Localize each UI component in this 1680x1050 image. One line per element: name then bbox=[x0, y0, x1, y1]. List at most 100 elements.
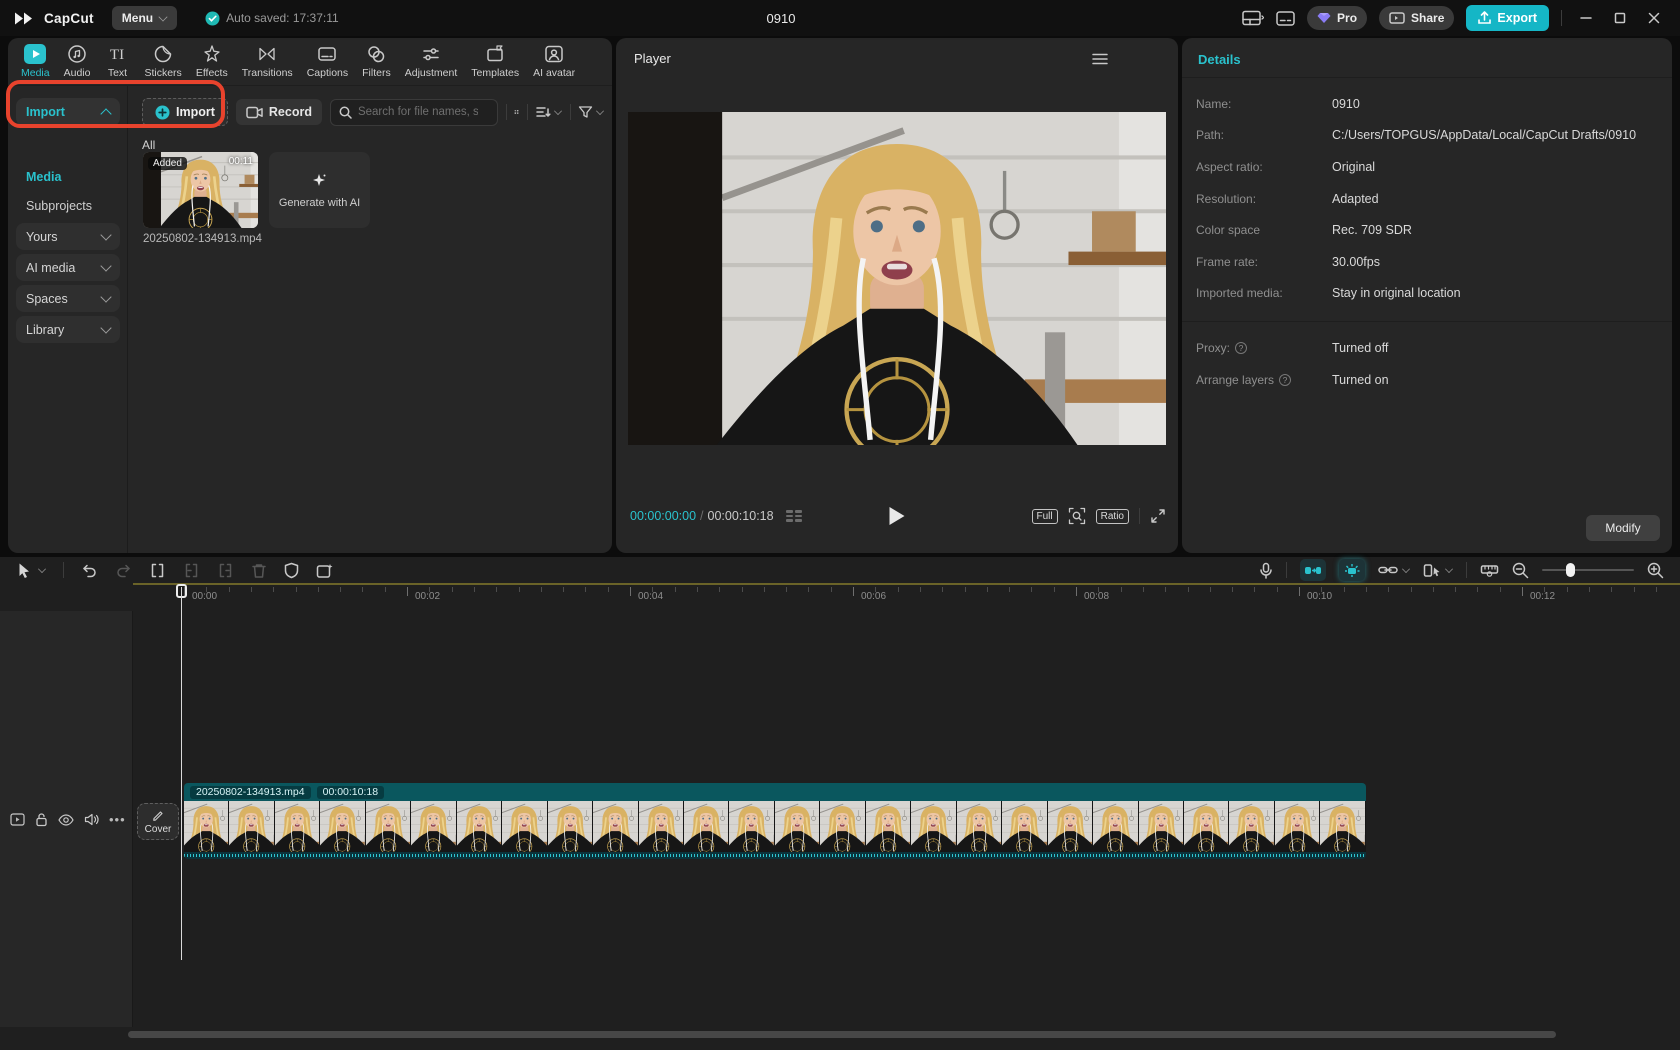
search-box[interactable] bbox=[330, 99, 498, 126]
clip-filename: 20250802-134913.mp4 bbox=[143, 233, 263, 245]
frame-view-icon[interactable] bbox=[786, 510, 802, 522]
tab-ai-avatar[interactable]: AI avatar bbox=[526, 44, 582, 79]
sidebar-item-subprojects[interactable]: Subprojects bbox=[26, 199, 92, 213]
details-row-frame-rate: Frame rate:30.00fps bbox=[1182, 246, 1672, 278]
filmstrip-frame bbox=[457, 801, 502, 852]
filmstrip-frame bbox=[1093, 801, 1138, 852]
divider bbox=[1139, 508, 1140, 524]
divider bbox=[63, 562, 64, 578]
tab-effects[interactable]: Effects bbox=[189, 44, 235, 79]
record-voiceover-icon[interactable] bbox=[1259, 562, 1273, 579]
ratio-button[interactable]: Ratio bbox=[1096, 509, 1129, 524]
chevron-down-icon bbox=[1402, 565, 1410, 573]
split-delete-left-icon[interactable] bbox=[183, 562, 200, 579]
menu-button[interactable]: Menu bbox=[112, 6, 177, 30]
help-icon[interactable]: ? bbox=[1279, 374, 1291, 386]
export-button[interactable]: Export bbox=[1466, 5, 1549, 31]
mute-track-icon[interactable] bbox=[84, 813, 99, 826]
help-icon[interactable]: ? bbox=[1235, 342, 1247, 354]
ai-avatar-icon bbox=[544, 44, 564, 64]
tab-adjustment[interactable]: Adjustment bbox=[398, 44, 465, 79]
filmstrip-frame bbox=[866, 801, 911, 852]
delete-icon[interactable] bbox=[251, 562, 267, 579]
tab-audio[interactable]: Audio bbox=[57, 44, 98, 79]
pro-button[interactable]: Pro bbox=[1307, 6, 1367, 30]
undo-button[interactable] bbox=[81, 562, 98, 579]
track-more-button[interactable]: ••• bbox=[109, 815, 126, 825]
filmstrip-frame bbox=[1184, 801, 1229, 852]
export-clip-icon[interactable] bbox=[316, 562, 334, 579]
layout-toggle-icon[interactable] bbox=[1242, 10, 1264, 27]
timeline-video-clip[interactable]: 20250802-134913.mp4 00:00:10:18 bbox=[184, 783, 1366, 859]
filmstrip-frame bbox=[684, 801, 729, 852]
filmstrip-frame bbox=[1002, 801, 1047, 852]
sort-button[interactable] bbox=[536, 105, 562, 119]
tab-captions[interactable]: Captions bbox=[300, 44, 355, 79]
tab-transitions[interactable]: Transitions bbox=[235, 44, 300, 79]
media-clip-thumbnail[interactable]: Added 00:11 bbox=[143, 152, 258, 228]
filter-button[interactable] bbox=[578, 105, 604, 119]
share-button[interactable]: Share bbox=[1379, 6, 1454, 30]
video-scene bbox=[411, 801, 455, 852]
search-input[interactable] bbox=[358, 106, 478, 118]
tab-stickers[interactable]: Stickers bbox=[137, 44, 188, 79]
notes-panel-icon[interactable] bbox=[1276, 11, 1295, 26]
close-button[interactable] bbox=[1648, 12, 1660, 24]
import-button[interactable]: Import bbox=[142, 98, 228, 126]
filmstrip-frame bbox=[1139, 801, 1184, 852]
timeline-horizontal-scrollbar[interactable] bbox=[128, 1031, 1556, 1038]
full-button[interactable]: Full bbox=[1032, 509, 1058, 524]
sidebar-item-library[interactable]: Library bbox=[16, 316, 120, 343]
cursor-mode-button[interactable] bbox=[1423, 563, 1453, 578]
redo-button[interactable] bbox=[115, 562, 132, 579]
filmstrip-frame bbox=[229, 801, 274, 852]
grid-view-icon[interactable] bbox=[514, 104, 519, 120]
select-tool-button[interactable] bbox=[16, 562, 46, 579]
magnetic-snap-toggle[interactable] bbox=[1300, 559, 1326, 581]
minimize-button[interactable] bbox=[1580, 12, 1592, 24]
timeline-scale-icon[interactable] bbox=[1480, 562, 1499, 578]
split-icon[interactable] bbox=[149, 562, 166, 579]
zoom-in-icon[interactable] bbox=[1647, 562, 1664, 579]
playhead[interactable] bbox=[176, 584, 187, 598]
video-scene bbox=[1002, 801, 1046, 852]
sidebar-item-yours[interactable]: Yours bbox=[16, 223, 120, 250]
video-preview[interactable] bbox=[628, 112, 1166, 445]
timeline-ruler[interactable]: 00:00 00:02 00:04 00:06 00:08 00:10 00:1… bbox=[0, 585, 1680, 611]
sidebar-item-import[interactable]: Import bbox=[16, 98, 120, 126]
hide-track-icon[interactable] bbox=[58, 814, 74, 826]
play-button[interactable] bbox=[890, 507, 905, 525]
maximize-button[interactable] bbox=[1614, 12, 1626, 24]
zoom-out-icon[interactable] bbox=[1512, 562, 1529, 579]
adjustment-icon bbox=[421, 44, 441, 64]
filmstrip-frame bbox=[729, 801, 774, 852]
record-button[interactable]: Record bbox=[236, 99, 322, 125]
media-content: Import Record All bbox=[128, 86, 612, 553]
tab-filters[interactable]: Filters bbox=[355, 44, 398, 79]
sidebar-item-ai-media[interactable]: AI media bbox=[16, 254, 120, 281]
fullscreen-icon[interactable] bbox=[1150, 508, 1166, 524]
modify-button[interactable]: Modify bbox=[1586, 515, 1660, 541]
cover-button[interactable]: Cover bbox=[137, 803, 179, 840]
split-delete-right-icon[interactable] bbox=[217, 562, 234, 579]
sidebar-item-spaces[interactable]: Spaces bbox=[16, 285, 120, 312]
filmstrip-frame bbox=[548, 801, 593, 852]
auto-preview-toggle[interactable] bbox=[1339, 559, 1365, 581]
sidebar-item-media[interactable]: Media bbox=[26, 170, 61, 184]
tab-text[interactable]: TI Text bbox=[97, 44, 137, 79]
player-menu-icon[interactable] bbox=[1092, 53, 1108, 65]
filmstrip-frame bbox=[502, 801, 547, 852]
timeline-zoom-slider[interactable] bbox=[1542, 569, 1634, 572]
tab-media[interactable]: Media bbox=[14, 44, 57, 79]
chevron-down-icon bbox=[100, 322, 111, 333]
generate-with-ai-card[interactable]: Generate with AI bbox=[269, 152, 370, 228]
text-icon: TI bbox=[107, 44, 127, 64]
clip-audio-waveform bbox=[184, 852, 1366, 859]
video-scene bbox=[1275, 801, 1319, 852]
link-clips-button[interactable] bbox=[1378, 564, 1410, 576]
focus-zoom-icon[interactable] bbox=[1068, 507, 1086, 525]
tab-templates[interactable]: Templates bbox=[464, 44, 526, 79]
mark-icon[interactable] bbox=[284, 562, 299, 579]
lock-track-icon[interactable] bbox=[35, 812, 48, 827]
slider-knob[interactable] bbox=[1566, 563, 1575, 577]
